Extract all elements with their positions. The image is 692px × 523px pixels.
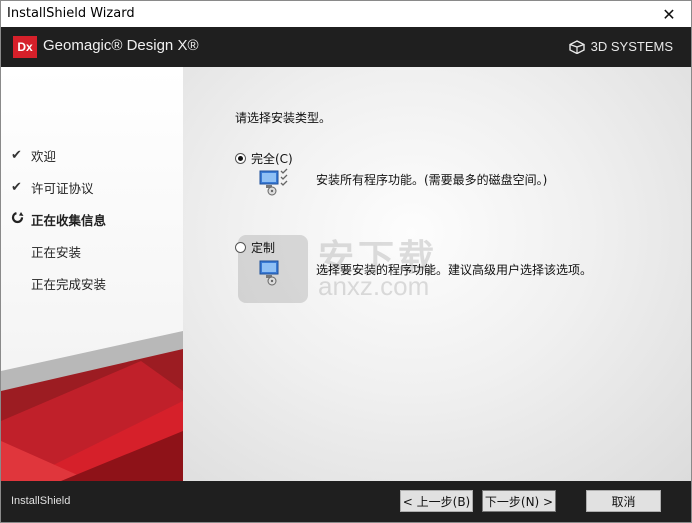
check-icon: ✔ [11,147,22,163]
step-label: 正在安装 [31,244,82,260]
step-welcome: ✔ 欢迎 [11,139,106,171]
next-button[interactable]: 下一步(N) > [482,490,556,512]
complete-radio[interactable] [235,153,246,164]
option-complete[interactable]: 完全(C) [235,150,293,167]
installshield-brand: InstallShield [11,495,71,507]
main-panel: 请选择安装类型。 安下载 anxz.com 完全(C) 安装所有程序功能。(需要… [183,67,691,481]
button-bar: InstallShield < 上一步(B) 下一步(N) > 取消 [1,481,691,522]
option-complete-label[interactable]: 完全(C) [251,150,293,167]
check-icon: ✔ [11,179,22,195]
company-logo: 3D SYSTEMS [568,39,673,54]
option-custom-label[interactable]: 定制 [251,239,275,256]
step-label: 正在完成安装 [31,276,107,292]
custom-radio[interactable] [235,242,246,253]
step-label: 正在收集信息 [31,212,107,228]
red-decoration-graphic [1,331,183,481]
product-banner: Dx Geomagic® Design X® 3D SYSTEMS [1,27,691,67]
step-collecting-info: 正在收集信息 [11,203,106,235]
option-custom[interactable]: 定制 [235,239,275,256]
custom-install-icon [259,260,279,286]
step-label: 欢迎 [31,148,57,164]
window-title: InstallShield Wizard [7,6,135,21]
in-progress-icon [11,211,31,228]
title-bar: InstallShield Wizard ✕ [1,1,691,27]
steps-list: ✔ 欢迎 ✔ 许可证协议 正在收集信息 正在安装 正在完成安装 [11,139,106,299]
close-icon[interactable]: ✕ [647,1,691,27]
back-button[interactable]: < 上一步(B) [400,490,473,512]
3d-systems-cube-icon [568,39,585,54]
complete-install-icon [259,168,288,196]
installer-window: InstallShield Wizard ✕ Dx Geomagic® Desi… [0,0,692,523]
steps-sidebar: ✔ 欢迎 ✔ 许可证协议 正在收集信息 正在安装 正在完成安装 [1,67,183,481]
step-license: ✔ 许可证协议 [11,171,106,203]
cancel-button[interactable]: 取消 [586,490,661,512]
step-label: 许可证协议 [31,180,94,196]
option-complete-description: 安装所有程序功能。(需要最多的磁盘空间。) [316,173,548,187]
step-installing: 正在安装 [11,235,106,267]
product-name: Geomagic® Design X® [43,37,199,54]
step-finishing: 正在完成安装 [11,267,106,299]
option-custom-description: 选择要安装的程序功能。建议高级用户选择该选项。 [316,263,593,277]
company-name: 3D SYSTEMS [590,39,673,54]
dx-logo: Dx [13,36,37,58]
setup-type-prompt: 请选择安装类型。 [235,111,332,125]
